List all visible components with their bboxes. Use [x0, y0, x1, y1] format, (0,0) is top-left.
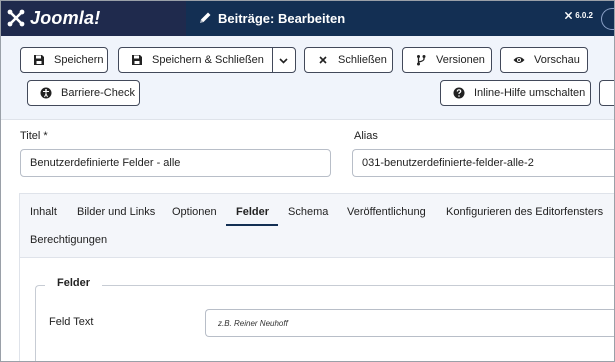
version-badge: 6.0.2 — [564, 11, 593, 20]
question-circle-icon — [453, 87, 465, 99]
user-menu-edge[interactable] — [601, 8, 615, 30]
tab-bilder-und-links[interactable]: Bilder und Links — [77, 206, 155, 218]
close-label: Schließen — [338, 54, 387, 66]
tab-inhalt[interactable]: Inhalt — [30, 206, 57, 218]
joomla-small-icon — [565, 12, 573, 19]
accessibility-check-button[interactable]: Barriere-Check — [27, 80, 140, 106]
feld-text-input[interactable]: z.B. Reiner Neuhoff — [205, 309, 615, 337]
preview-label: Vorschau — [534, 54, 580, 66]
feld-text-label: Feld Text — [49, 316, 94, 328]
version-text: 6.0.2 — [575, 11, 593, 20]
title-label: Titel * — [20, 130, 48, 142]
tab-schema[interactable]: Schema — [288, 206, 328, 218]
tab-veroeffentlichung[interactable]: Veröffentlichung — [347, 206, 426, 218]
joomla-logo[interactable]: Joomla! — [0, 0, 186, 36]
code-branch-icon — [417, 55, 426, 66]
save-close-button-group: Speichern & Schließen — [118, 47, 296, 73]
versions-label: Versionen — [436, 54, 485, 66]
floppy-disk-icon — [132, 55, 142, 65]
alias-input[interactable]: 031-benutzerdefinierte-felder-alle-2 — [352, 149, 615, 177]
save-label: Speichern — [54, 54, 104, 66]
title-input-value: Benutzerdefinierte Felder - alle — [30, 157, 181, 169]
accessibility-check-label: Barriere-Check — [61, 87, 135, 99]
close-button[interactable]: Schließen — [304, 47, 393, 73]
inline-help-label: Inline-Hilfe umschalten — [474, 87, 586, 99]
title-input[interactable]: Benutzerdefinierte Felder - alle — [20, 149, 331, 177]
tab-berechtigungen[interactable]: Berechtigungen — [30, 234, 107, 246]
save-options-dropdown[interactable] — [273, 48, 295, 72]
fieldset-legend: Felder — [45, 277, 103, 289]
toolbar-overflow-button[interactable] — [599, 80, 615, 106]
versions-button[interactable]: Versionen — [402, 47, 492, 73]
alias-label: Alias — [354, 130, 378, 142]
alias-input-value: 031-benutzerdefinierte-felder-alle-2 — [362, 157, 534, 169]
page-title: Beiträge: Bearbeiten — [218, 10, 346, 26]
tab-optionen[interactable]: Optionen — [172, 206, 217, 218]
pencil-icon — [200, 12, 211, 23]
eye-icon — [513, 57, 525, 63]
joomla-logo-icon — [7, 9, 25, 27]
app-header: Joomla! Beiträge: Bearbeiten 6.0.2 — [0, 0, 615, 36]
inline-help-toggle-button[interactable]: Inline-Hilfe umschalten — [440, 80, 591, 106]
save-button[interactable]: Speichern — [20, 47, 108, 73]
chevron-down-icon — [279, 57, 289, 64]
feld-text-placeholder: z.B. Reiner Neuhoff — [218, 318, 288, 328]
floppy-disk-icon — [34, 55, 44, 65]
accessibility-icon — [40, 87, 52, 99]
save-close-button[interactable]: Speichern & Schließen — [119, 48, 273, 72]
tab-editor-configuration[interactable]: Konfigurieren des Editorfensters — [446, 206, 603, 218]
save-close-label: Speichern & Schließen — [152, 54, 264, 66]
tab-felder[interactable]: Felder — [236, 206, 269, 218]
title-bar: Beiträge: Bearbeiten 6.0.2 — [186, 0, 615, 36]
active-tab-indicator — [226, 224, 278, 226]
close-icon — [319, 56, 327, 64]
brand-name: Joomla! — [30, 7, 101, 28]
preview-button[interactable]: Vorschau — [500, 47, 588, 73]
